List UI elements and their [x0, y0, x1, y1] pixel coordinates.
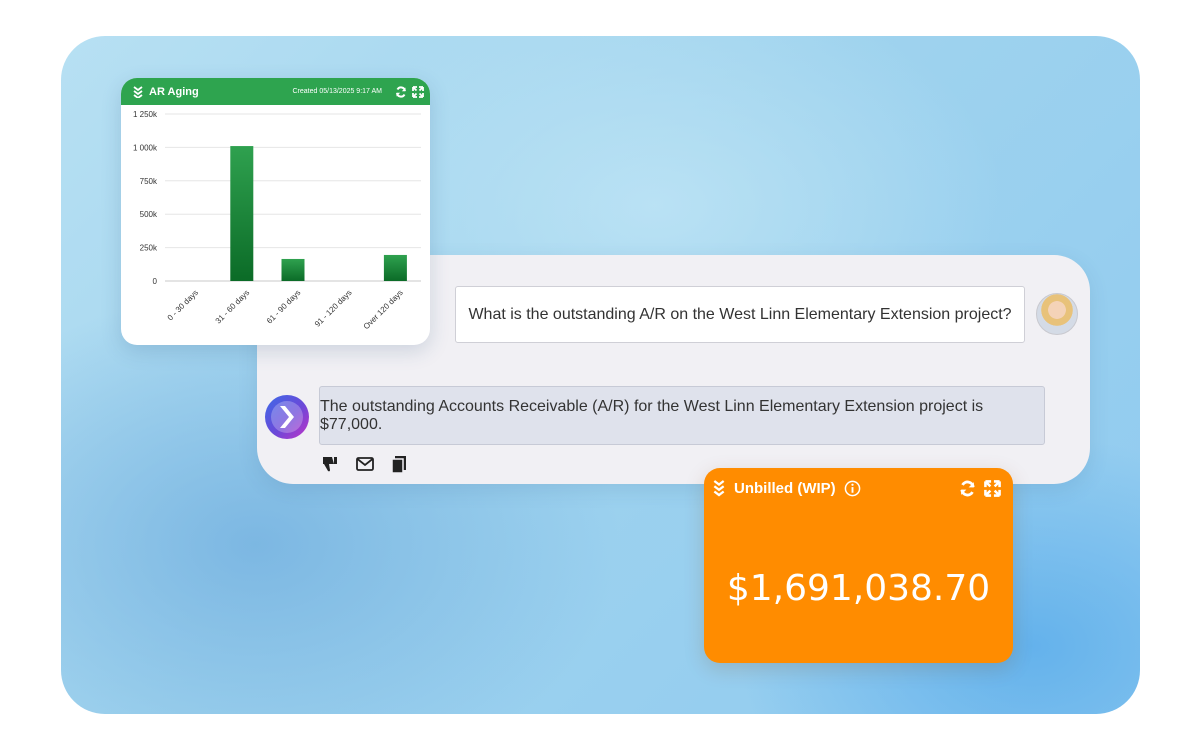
- collapse-chevrons-icon[interactable]: [132, 85, 144, 98]
- thumbs-down-icon[interactable]: [321, 454, 341, 474]
- refresh-icon[interactable]: [959, 480, 976, 497]
- info-icon[interactable]: [844, 480, 861, 497]
- unbilled-wip-amount: $1,691,038.70: [726, 568, 991, 609]
- x-tick-label: Over 120 days: [362, 288, 405, 331]
- ar-aging-title: AR Aging: [149, 85, 199, 98]
- user-avatar: [1036, 293, 1078, 335]
- expand-icon[interactable]: [984, 479, 1001, 497]
- expand-icon[interactable]: [412, 85, 424, 98]
- assistant-answer-bubble: The outstanding Accounts Receivable (A/R…: [319, 386, 1045, 445]
- collapse-chevrons-icon[interactable]: [712, 479, 726, 497]
- y-tick-label: 1 250k: [133, 110, 158, 119]
- user-question-text: What is the outstanding A/R on the West …: [468, 305, 1012, 323]
- assistant-answer-text: The outstanding Accounts Receivable (A/R…: [320, 397, 984, 433]
- x-tick-label: 91 - 120 days: [313, 288, 354, 329]
- unbilled-wip-title: Unbilled (WIP): [734, 479, 836, 497]
- y-tick-label: 500k: [140, 210, 158, 219]
- y-tick-label: 0: [153, 277, 158, 286]
- created-timestamp: Created 05/13/2025 9:17 AM: [292, 88, 382, 95]
- user-question-bubble: What is the outstanding A/R on the West …: [455, 286, 1025, 343]
- copy-icon[interactable]: [389, 454, 409, 474]
- bar-2[interactable]: [281, 258, 305, 281]
- bar-4[interactable]: [383, 254, 407, 281]
- y-tick-label: 750k: [140, 177, 158, 186]
- ar-aging-header: AR Aging Created 05/13/2025 9:17 AM: [121, 78, 430, 105]
- x-tick-label: 61 - 90 days: [265, 288, 302, 325]
- email-icon[interactable]: [355, 454, 375, 474]
- ar-aging-widget: AR Aging Created 05/13/2025 9:17 AM 0 250…: [121, 78, 430, 345]
- y-tick-label: 250k: [140, 244, 158, 253]
- bar-1[interactable]: [230, 146, 254, 281]
- y-tick-label: 1 000k: [133, 143, 158, 152]
- ar-aging-chart-svg: 0 250k 500k 750k 1 000k 1 250k 0 - 30 days 31 -…: [133, 110, 421, 331]
- x-tick-label: 31 - 60 days: [214, 288, 251, 325]
- unbilled-wip-widget: Unbilled (WIP) $1,691,038.70: [704, 468, 1013, 663]
- assistant-logo-icon: [265, 395, 309, 439]
- answer-actions: [321, 454, 409, 474]
- unbilled-wip-header: Unbilled (WIP): [704, 468, 1013, 508]
- x-tick-label: 0 - 30 days: [166, 288, 200, 322]
- refresh-icon[interactable]: [395, 85, 407, 98]
- ar-aging-chart: 0 250k 500k 750k 1 000k 1 250k 0 - 30 days 31 -…: [121, 105, 430, 345]
